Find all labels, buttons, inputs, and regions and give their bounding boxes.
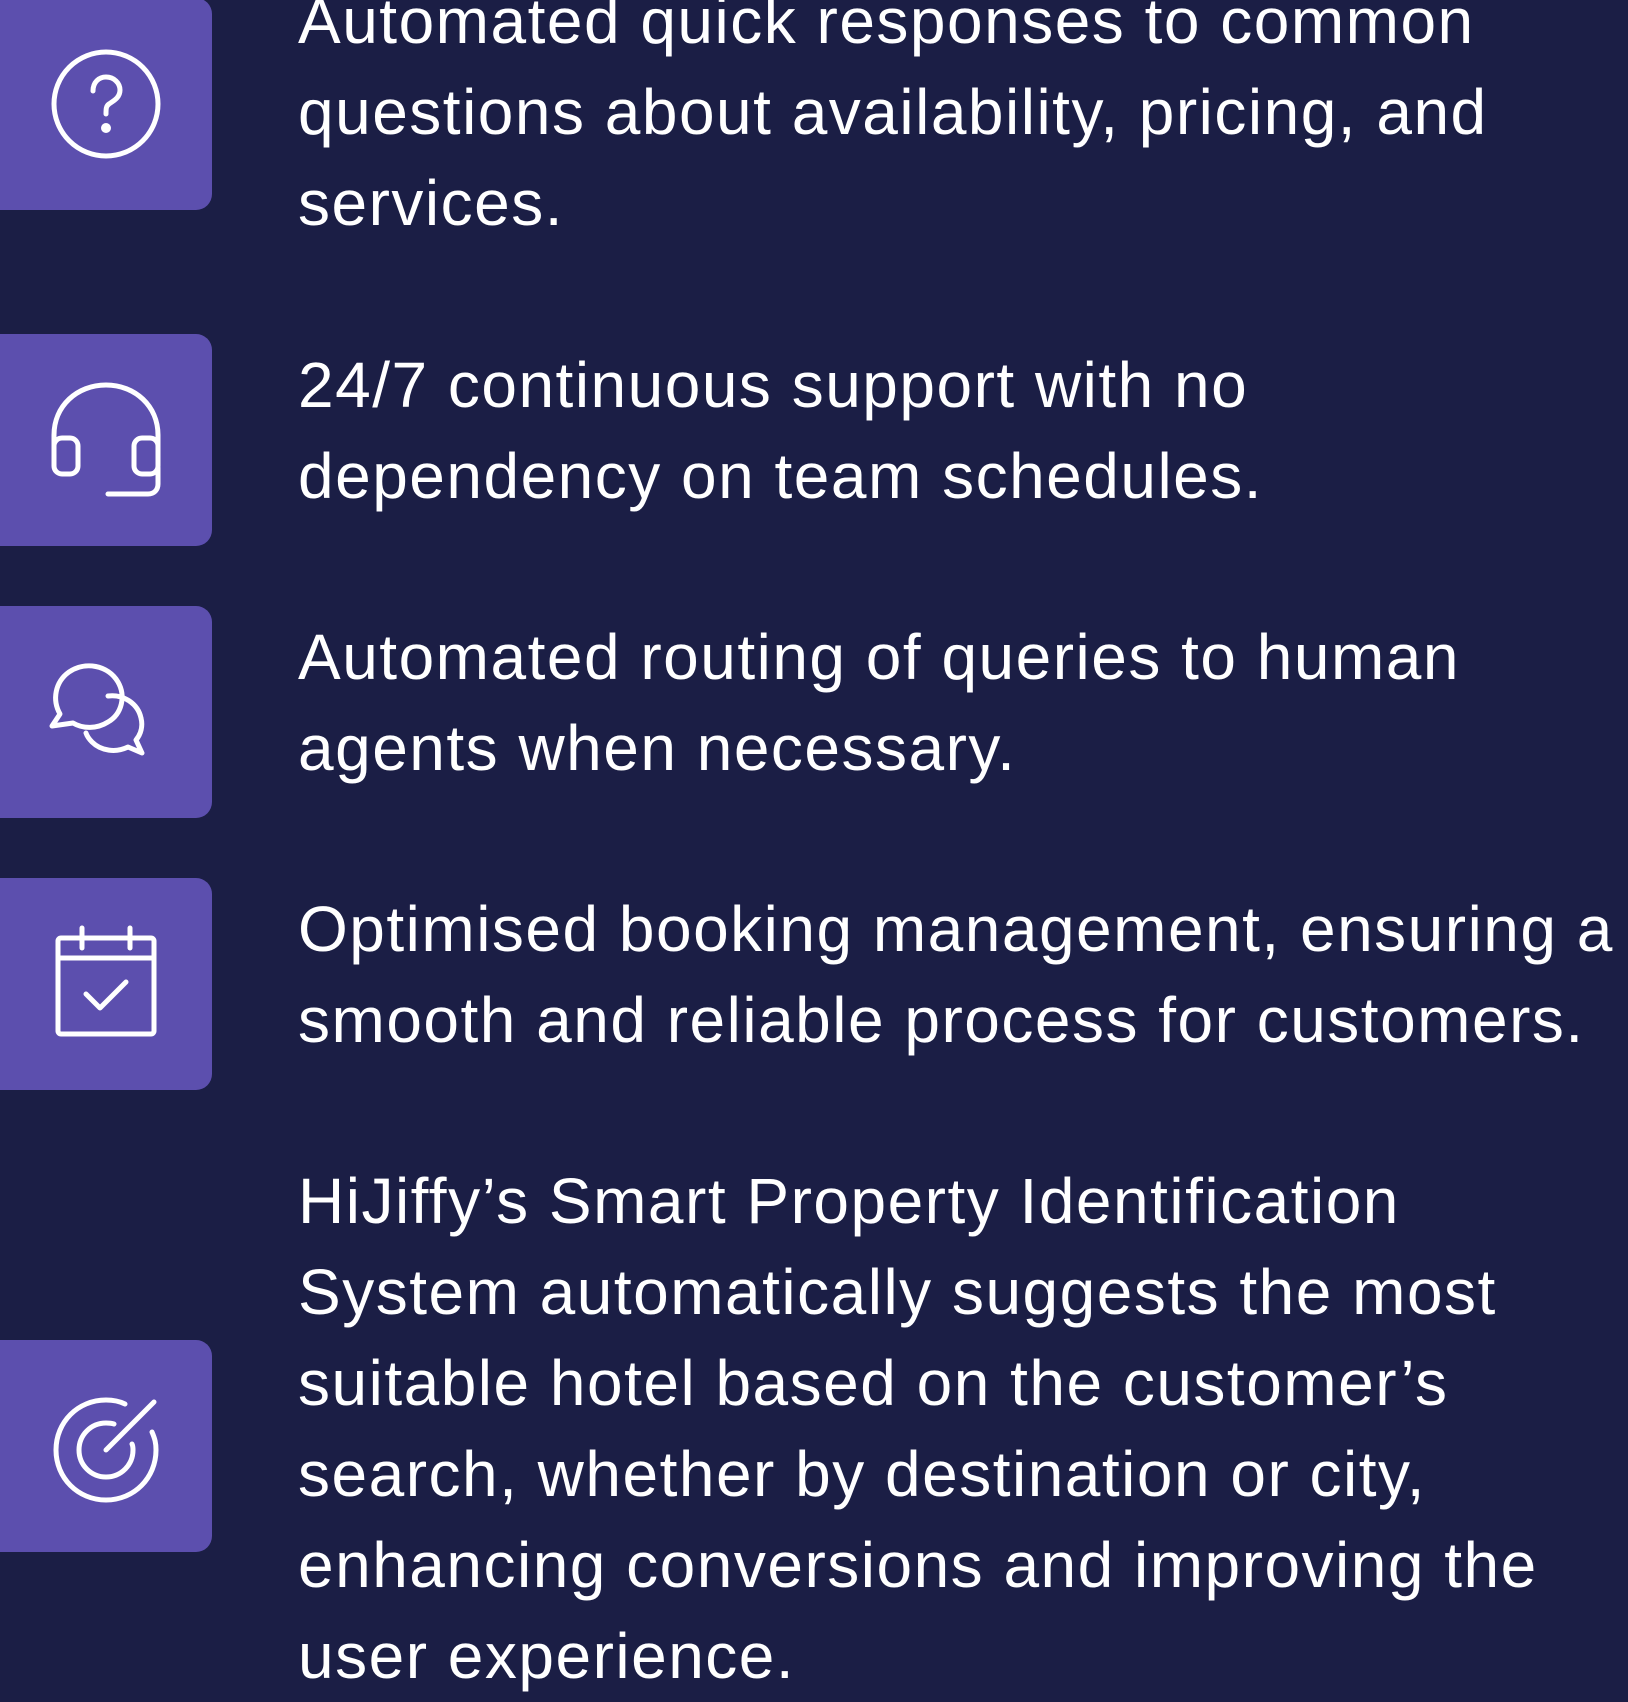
feature-icon-tile [0,334,212,546]
target-icon [53,1397,159,1503]
feature-text-quick-responses: Automated quick responses to common ques… [298,0,1488,239]
feature-list: Automated quick responses to common ques… [0,0,1628,1692]
feature-text-booking-management: Optimised booking management, ensuring a… [298,893,1614,1056]
feature-text-smart-property-identification: HiJiffy’s Smart Property Identification … [298,1165,1538,1692]
feature-icon-tile [0,0,212,210]
question-circle-icon [51,49,161,159]
chat-bubbles-icon [49,663,145,756]
feature-icon-tile [0,878,212,1090]
feature-text-24-7-support: 24/7 continuous support with no dependen… [298,349,1264,512]
feature-icon-tile [0,1340,212,1552]
calendar-check-icon [55,925,157,1037]
headset-icon [51,382,161,497]
feature-icon-tile [0,606,212,818]
feature-text-query-routing: Automated routing of queries to human ag… [298,621,1460,784]
